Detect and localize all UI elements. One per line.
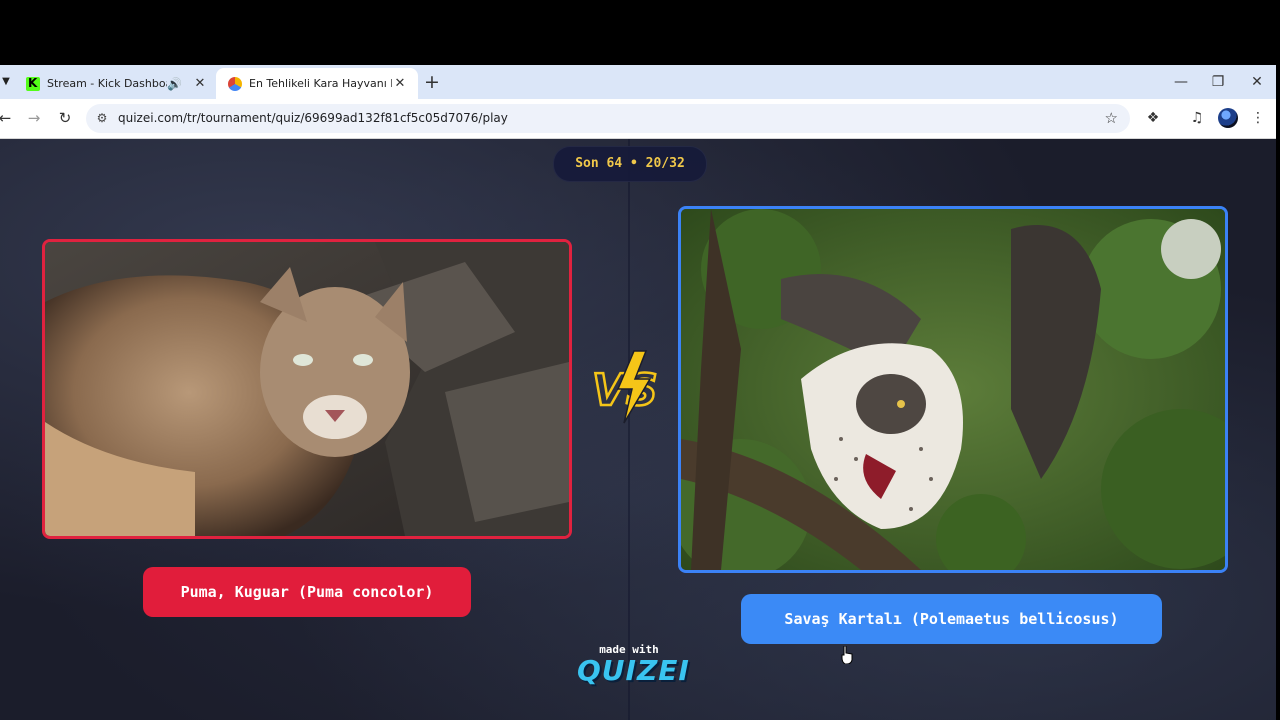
quizei-logo[interactable]: QUIZEI: [577, 656, 689, 686]
tab-search-chevron-icon[interactable]: ▼: [0, 65, 12, 99]
center-divider: [628, 139, 630, 720]
right-choice-image-card[interactable]: [678, 206, 1228, 573]
made-with-quizei[interactable]: made with QUIZEI: [577, 643, 689, 686]
url-text[interactable]: quizei.com/tr/tournament/quiz/69699ad132…: [118, 104, 508, 133]
kick-icon: [26, 76, 40, 91]
minimize-icon[interactable]: —: [1162, 65, 1200, 99]
browser-tab-strip: ▼ Stream - Kick Dashboard 🔊 ✕ En Tehlike…: [0, 65, 1276, 99]
forward-arrow-icon[interactable]: →: [23, 105, 45, 131]
left-choice-button[interactable]: Puma, Kuguar (Puma concolor): [143, 567, 471, 617]
menu-kebab-icon[interactable]: ⋮: [1248, 108, 1268, 128]
address-bar[interactable]: ⚙ quizei.com/tr/tournament/quiz/69699ad1…: [86, 104, 1130, 133]
tab-title: En Tehlikeli Kara Hayvanı Hangi: [249, 77, 392, 90]
browser-toolbar: ← → ↻ ⚙ quizei.com/tr/tournament/quiz/69…: [0, 99, 1276, 139]
media-controls-icon[interactable]: ♫: [1187, 108, 1207, 128]
puma-image: [45, 242, 569, 536]
tab-quizei-active[interactable]: En Tehlikeli Kara Hayvanı Hangi ✕: [216, 68, 418, 99]
new-tab-plus-icon[interactable]: +: [424, 69, 440, 95]
quizei-icon: [228, 76, 242, 91]
screen-right-edge: [1276, 65, 1280, 720]
round-progress-badge: Son 64 • 20/32: [553, 146, 707, 182]
tab-title: Stream - Kick Dashboard: [47, 77, 167, 90]
quiz-page: Son 64 • 20/32 VS Puma, Kuguar (Puma con…: [0, 139, 1276, 720]
vs-emblem-icon: VS: [591, 350, 659, 424]
site-info-icon[interactable]: ⚙: [94, 110, 110, 126]
profile-avatar-icon[interactable]: [1218, 108, 1238, 128]
maximize-icon[interactable]: ❐: [1199, 65, 1237, 99]
eagle-image: [681, 209, 1225, 570]
reload-icon[interactable]: ↻: [54, 105, 76, 131]
right-choice-button[interactable]: Savaş Kartalı (Polemaetus bellicosus): [741, 594, 1162, 644]
tab-kick-dashboard[interactable]: Stream - Kick Dashboard 🔊 ✕: [14, 68, 218, 99]
hand-cursor-icon: [841, 646, 853, 664]
close-icon[interactable]: ✕: [192, 76, 208, 91]
back-arrow-icon[interactable]: ←: [0, 105, 16, 131]
speaker-icon[interactable]: 🔊: [167, 77, 182, 91]
close-icon[interactable]: ✕: [392, 76, 408, 91]
left-choice-image-card[interactable]: [42, 239, 572, 539]
window-close-icon[interactable]: ✕: [1238, 65, 1276, 99]
bookmark-star-icon[interactable]: ☆: [1105, 104, 1118, 133]
extensions-puzzle-icon[interactable]: ❖: [1143, 108, 1163, 128]
screen-top-black-area: [0, 0, 1280, 65]
